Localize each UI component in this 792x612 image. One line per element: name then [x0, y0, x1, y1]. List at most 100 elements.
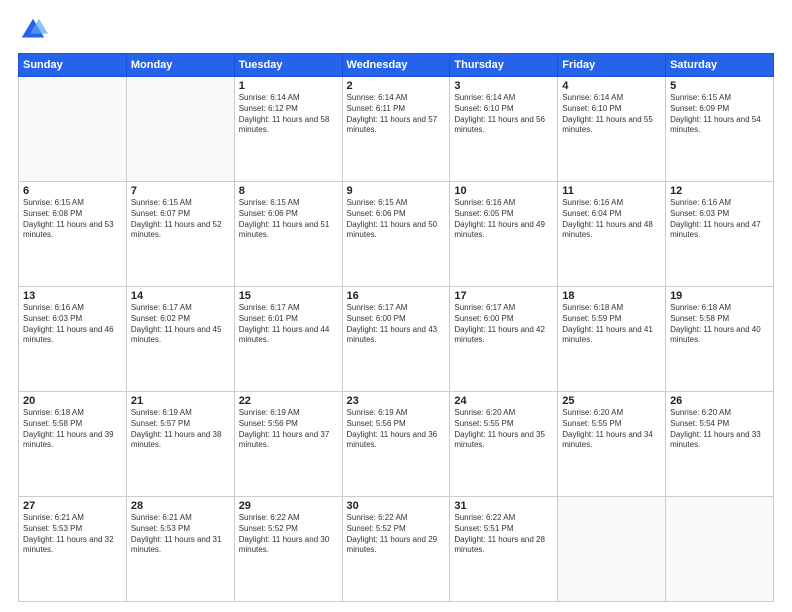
calendar-day-cell: 20Sunrise: 6:18 AMSunset: 5:58 PMDayligh… [19, 392, 127, 497]
calendar-day-cell: 8Sunrise: 6:15 AMSunset: 6:06 PMDaylight… [234, 182, 342, 287]
calendar-day-cell: 30Sunrise: 6:22 AMSunset: 5:52 PMDayligh… [342, 497, 450, 602]
calendar-day-cell: 25Sunrise: 6:20 AMSunset: 5:55 PMDayligh… [558, 392, 666, 497]
calendar-day-cell: 11Sunrise: 6:16 AMSunset: 6:04 PMDayligh… [558, 182, 666, 287]
day-number: 15 [239, 290, 338, 302]
calendar-day-cell: 4Sunrise: 6:14 AMSunset: 6:10 PMDaylight… [558, 77, 666, 182]
day-number: 20 [23, 395, 122, 407]
day-info: Sunrise: 6:18 AMSunset: 5:59 PMDaylight:… [562, 303, 661, 346]
day-info: Sunrise: 6:20 AMSunset: 5:54 PMDaylight:… [670, 408, 769, 451]
day-info: Sunrise: 6:16 AMSunset: 6:03 PMDaylight:… [23, 303, 122, 346]
day-info: Sunrise: 6:21 AMSunset: 5:53 PMDaylight:… [131, 513, 230, 556]
day-info: Sunrise: 6:17 AMSunset: 6:02 PMDaylight:… [131, 303, 230, 346]
day-info: Sunrise: 6:22 AMSunset: 5:52 PMDaylight:… [239, 513, 338, 556]
calendar-day-cell: 6Sunrise: 6:15 AMSunset: 6:08 PMDaylight… [19, 182, 127, 287]
day-number: 25 [562, 395, 661, 407]
calendar-day-cell: 23Sunrise: 6:19 AMSunset: 5:56 PMDayligh… [342, 392, 450, 497]
day-number: 26 [670, 395, 769, 407]
day-info: Sunrise: 6:19 AMSunset: 5:57 PMDaylight:… [131, 408, 230, 451]
day-info: Sunrise: 6:15 AMSunset: 6:09 PMDaylight:… [670, 93, 769, 136]
day-number: 30 [347, 500, 446, 512]
day-of-week-header: Tuesday [234, 54, 342, 77]
day-of-week-header: Wednesday [342, 54, 450, 77]
day-info: Sunrise: 6:17 AMSunset: 6:01 PMDaylight:… [239, 303, 338, 346]
day-number: 2 [347, 80, 446, 92]
day-info: Sunrise: 6:19 AMSunset: 5:56 PMDaylight:… [239, 408, 338, 451]
calendar-table: SundayMondayTuesdayWednesdayThursdayFrid… [18, 53, 774, 602]
calendar-day-cell: 5Sunrise: 6:15 AMSunset: 6:09 PMDaylight… [666, 77, 774, 182]
day-info: Sunrise: 6:17 AMSunset: 6:00 PMDaylight:… [347, 303, 446, 346]
calendar-day-cell: 24Sunrise: 6:20 AMSunset: 5:55 PMDayligh… [450, 392, 558, 497]
calendar-day-cell [19, 77, 127, 182]
day-number: 9 [347, 185, 446, 197]
calendar-day-cell: 19Sunrise: 6:18 AMSunset: 5:58 PMDayligh… [666, 287, 774, 392]
calendar-week-row: 13Sunrise: 6:16 AMSunset: 6:03 PMDayligh… [19, 287, 774, 392]
day-number: 6 [23, 185, 122, 197]
calendar-day-cell: 2Sunrise: 6:14 AMSunset: 6:11 PMDaylight… [342, 77, 450, 182]
calendar-day-cell: 31Sunrise: 6:22 AMSunset: 5:51 PMDayligh… [450, 497, 558, 602]
day-info: Sunrise: 6:21 AMSunset: 5:53 PMDaylight:… [23, 513, 122, 556]
day-info: Sunrise: 6:20 AMSunset: 5:55 PMDaylight:… [454, 408, 553, 451]
calendar-day-cell: 9Sunrise: 6:15 AMSunset: 6:06 PMDaylight… [342, 182, 450, 287]
calendar-week-row: 20Sunrise: 6:18 AMSunset: 5:58 PMDayligh… [19, 392, 774, 497]
day-number: 4 [562, 80, 661, 92]
day-of-week-header: Thursday [450, 54, 558, 77]
day-info: Sunrise: 6:18 AMSunset: 5:58 PMDaylight:… [670, 303, 769, 346]
logo-icon [18, 15, 48, 45]
calendar-day-cell: 26Sunrise: 6:20 AMSunset: 5:54 PMDayligh… [666, 392, 774, 497]
day-number: 10 [454, 185, 553, 197]
day-number: 18 [562, 290, 661, 302]
day-info: Sunrise: 6:16 AMSunset: 6:04 PMDaylight:… [562, 198, 661, 241]
calendar-day-cell: 7Sunrise: 6:15 AMSunset: 6:07 PMDaylight… [126, 182, 234, 287]
day-number: 11 [562, 185, 661, 197]
day-number: 8 [239, 185, 338, 197]
calendar-day-cell [558, 497, 666, 602]
calendar-day-cell: 3Sunrise: 6:14 AMSunset: 6:10 PMDaylight… [450, 77, 558, 182]
day-of-week-header: Sunday [19, 54, 127, 77]
calendar-day-cell: 27Sunrise: 6:21 AMSunset: 5:53 PMDayligh… [19, 497, 127, 602]
day-info: Sunrise: 6:15 AMSunset: 6:08 PMDaylight:… [23, 198, 122, 241]
day-number: 28 [131, 500, 230, 512]
calendar-day-cell: 10Sunrise: 6:16 AMSunset: 6:05 PMDayligh… [450, 182, 558, 287]
day-number: 7 [131, 185, 230, 197]
day-number: 5 [670, 80, 769, 92]
day-of-week-header: Saturday [666, 54, 774, 77]
calendar-day-cell: 12Sunrise: 6:16 AMSunset: 6:03 PMDayligh… [666, 182, 774, 287]
page: SundayMondayTuesdayWednesdayThursdayFrid… [0, 0, 792, 612]
day-number: 24 [454, 395, 553, 407]
day-info: Sunrise: 6:19 AMSunset: 5:56 PMDaylight:… [347, 408, 446, 451]
calendar-day-cell: 14Sunrise: 6:17 AMSunset: 6:02 PMDayligh… [126, 287, 234, 392]
calendar-day-cell: 17Sunrise: 6:17 AMSunset: 6:00 PMDayligh… [450, 287, 558, 392]
day-number: 14 [131, 290, 230, 302]
header [18, 15, 774, 45]
calendar-day-cell: 28Sunrise: 6:21 AMSunset: 5:53 PMDayligh… [126, 497, 234, 602]
day-info: Sunrise: 6:18 AMSunset: 5:58 PMDaylight:… [23, 408, 122, 451]
calendar-day-cell: 21Sunrise: 6:19 AMSunset: 5:57 PMDayligh… [126, 392, 234, 497]
day-info: Sunrise: 6:22 AMSunset: 5:51 PMDaylight:… [454, 513, 553, 556]
day-of-week-header: Monday [126, 54, 234, 77]
day-info: Sunrise: 6:16 AMSunset: 6:03 PMDaylight:… [670, 198, 769, 241]
calendar-header-row: SundayMondayTuesdayWednesdayThursdayFrid… [19, 54, 774, 77]
day-number: 3 [454, 80, 553, 92]
calendar-day-cell [666, 497, 774, 602]
day-number: 17 [454, 290, 553, 302]
calendar-day-cell [126, 77, 234, 182]
day-number: 22 [239, 395, 338, 407]
day-info: Sunrise: 6:14 AMSunset: 6:10 PMDaylight:… [454, 93, 553, 136]
calendar-day-cell: 16Sunrise: 6:17 AMSunset: 6:00 PMDayligh… [342, 287, 450, 392]
day-info: Sunrise: 6:14 AMSunset: 6:10 PMDaylight:… [562, 93, 661, 136]
calendar-week-row: 1Sunrise: 6:14 AMSunset: 6:12 PMDaylight… [19, 77, 774, 182]
day-info: Sunrise: 6:14 AMSunset: 6:12 PMDaylight:… [239, 93, 338, 136]
day-of-week-header: Friday [558, 54, 666, 77]
calendar-day-cell: 18Sunrise: 6:18 AMSunset: 5:59 PMDayligh… [558, 287, 666, 392]
day-info: Sunrise: 6:15 AMSunset: 6:07 PMDaylight:… [131, 198, 230, 241]
day-number: 12 [670, 185, 769, 197]
day-info: Sunrise: 6:15 AMSunset: 6:06 PMDaylight:… [239, 198, 338, 241]
day-info: Sunrise: 6:15 AMSunset: 6:06 PMDaylight:… [347, 198, 446, 241]
calendar-day-cell: 1Sunrise: 6:14 AMSunset: 6:12 PMDaylight… [234, 77, 342, 182]
day-info: Sunrise: 6:16 AMSunset: 6:05 PMDaylight:… [454, 198, 553, 241]
day-number: 1 [239, 80, 338, 92]
calendar-day-cell: 13Sunrise: 6:16 AMSunset: 6:03 PMDayligh… [19, 287, 127, 392]
day-number: 19 [670, 290, 769, 302]
day-number: 21 [131, 395, 230, 407]
calendar-day-cell: 15Sunrise: 6:17 AMSunset: 6:01 PMDayligh… [234, 287, 342, 392]
